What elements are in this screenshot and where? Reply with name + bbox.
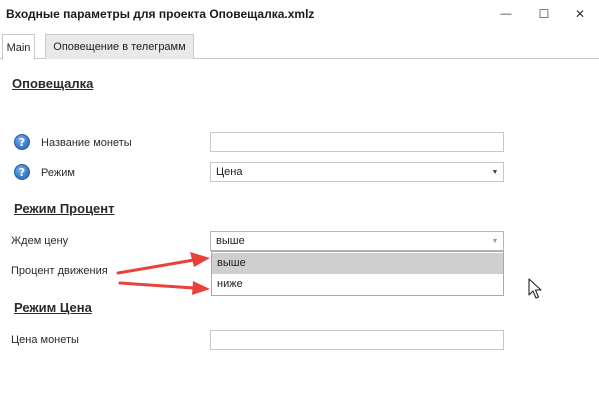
tab-telegram[interactable]: Оповещение в телеграмм (45, 34, 194, 59)
mode-select-value: Цена (216, 166, 243, 178)
wait-price-label: Ждем цену (11, 235, 69, 247)
annotation-arrow-upper (116, 258, 196, 275)
title-bar: Входные параметры для проекта Оповещалка… (0, 0, 599, 28)
coin-price-field[interactable] (210, 330, 504, 350)
maximize-button[interactable]: ☐ (525, 0, 563, 28)
tab-telegram-label: Оповещение в телеграмм (53, 41, 186, 53)
maximize-icon: ☐ (538, 7, 550, 21)
minimize-icon: — (500, 8, 512, 20)
annotation-arrow-lower (118, 281, 196, 290)
tab-strip: Main Оповещение в телеграмм (0, 34, 599, 60)
annotation-arrow-upper-head (190, 252, 210, 267)
section-title-percent: Режим Процент (14, 201, 115, 216)
coin-name-field[interactable] (210, 132, 504, 152)
dropdown-option-below[interactable]: ниже (212, 274, 503, 295)
tab-main[interactable]: Main (2, 34, 35, 60)
close-button[interactable]: ✕ (561, 0, 599, 28)
help-icon[interactable]: ? (14, 164, 30, 180)
section-title-main: Оповещалка (12, 76, 94, 91)
close-icon: ✕ (574, 7, 586, 21)
help-icon[interactable]: ? (14, 134, 30, 150)
help-icon-glyph: ? (18, 135, 26, 149)
mouse-cursor-icon (528, 278, 542, 299)
wait-price-select[interactable]: выше ▼ (210, 231, 504, 251)
section-title-price: Режим Цена (14, 300, 92, 315)
annotation-arrow-lower-head (192, 281, 210, 295)
move-percent-label: Процент движения (11, 265, 108, 277)
chevron-down-icon[interactable]: ▼ (487, 163, 503, 181)
mode-select[interactable]: Цена ▼ (210, 162, 504, 182)
window-title: Входные параметры для проекта Оповещалка… (6, 7, 315, 21)
help-icon-glyph: ? (18, 165, 26, 179)
dropdown-option-above[interactable]: выше (212, 253, 503, 274)
mode-label: Режим (41, 167, 75, 179)
coin-price-label: Цена монеты (11, 334, 79, 346)
wait-price-dropdown-list: выше ниже (211, 251, 504, 296)
coin-name-label: Название монеты (41, 137, 132, 149)
tab-main-label: Main (6, 41, 31, 54)
minimize-button[interactable]: — (487, 0, 525, 28)
chevron-down-icon[interactable]: ▼ (487, 232, 503, 250)
wait-price-select-value: выше (216, 235, 245, 247)
